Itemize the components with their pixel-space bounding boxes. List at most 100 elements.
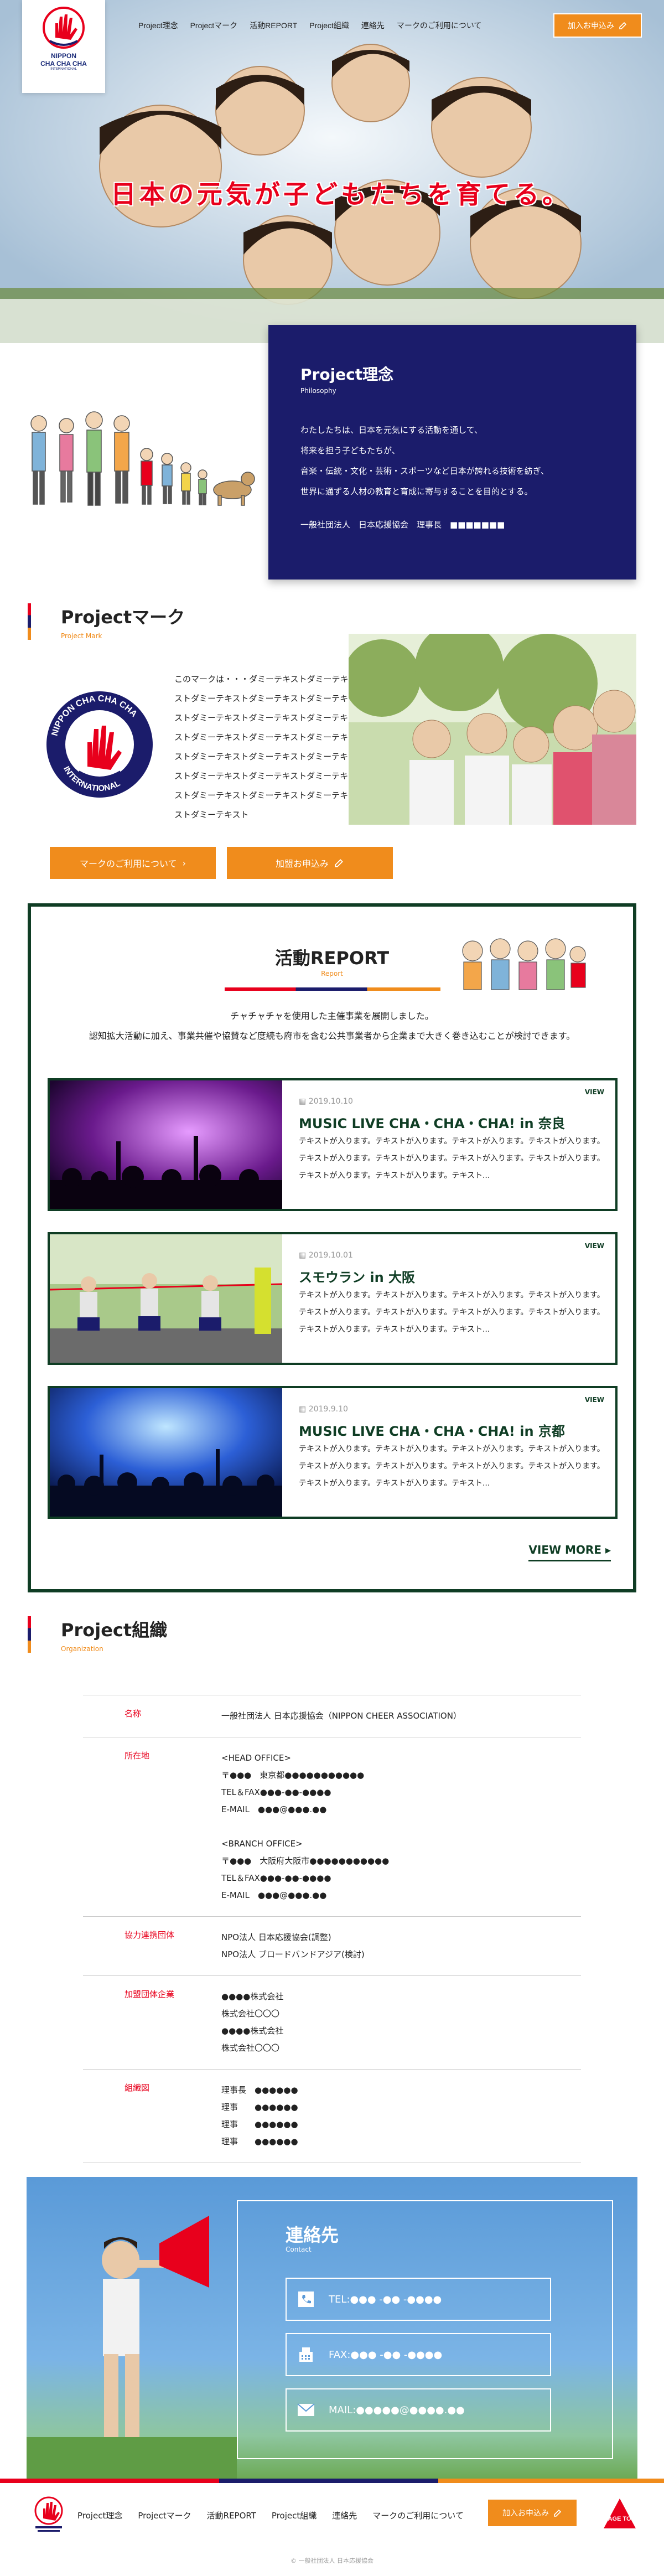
- org-value: NPO法人 日本応援協会(調整) NPO法人 ブロードバンドアジア(検討): [177, 1929, 581, 1963]
- mark-apply-label: 加盟お申込み: [275, 858, 329, 869]
- nav-philosophy[interactable]: Project理念: [138, 20, 178, 31]
- footer-nav-mark-usage[interactable]: マークのご利用について: [372, 2510, 464, 2521]
- footer-nav-philosophy[interactable]: Project理念: [77, 2510, 122, 2521]
- calendar-icon: ▦: [299, 1405, 309, 1414]
- org-value-line: 〒●●● 大阪府大阪市●●●●●●●●●●●: [221, 1856, 390, 1866]
- card-date: ▦ 2019.9.10: [299, 1405, 348, 1414]
- org-row: 組織図 理事長 ●●●●●● 理事 ●●●●●● 理事 ●●●●●● 理事 ●●…: [83, 2069, 581, 2163]
- card-text: テキストが入ります。テキストが入ります。テキストが入ります。テキストが入ります。…: [299, 1445, 605, 1488]
- mark-line: ストダミーテキストダミーテキストダミーテキ: [174, 732, 349, 742]
- card-title: MUSIC LIVE CHA・CHA・CHA! in 京都: [299, 1424, 565, 1439]
- hero-catchphrase: 日本の元気が子どもたちを育てる。: [111, 179, 571, 209]
- contact-subtitle: Contact: [286, 2246, 312, 2253]
- card-text: テキストが入ります。テキストが入ります。テキストが入ります。テキストが入ります。…: [299, 1291, 605, 1334]
- calendar-icon: ▦: [299, 1251, 309, 1260]
- org-label: 組織図: [124, 2083, 150, 2093]
- nav-organization[interactable]: Project組織: [309, 20, 349, 31]
- contact-section: 連絡先 Contact TEL:●●● -●● -●●●● FAX:●●● -●…: [27, 2177, 637, 2481]
- card-view-link[interactable]: VIEW: [585, 1088, 604, 1096]
- nav-contact[interactable]: 連絡先: [361, 20, 385, 31]
- mark-usage-button[interactable]: マークのご利用について ›: [50, 847, 216, 879]
- philosophy-line: わたしたちは、日本を元気にする活動を通して、: [300, 425, 483, 435]
- report-subtitle: Report: [321, 970, 343, 977]
- view-more-link[interactable]: VIEW MORE ▸: [528, 1543, 611, 1561]
- philosophy-title: Project理念: [300, 365, 394, 384]
- org-heading: Project組織 Organization: [28, 1616, 168, 1653]
- philosophy-line: 世界に通ずる人材の教育と育成に寄与することを目的とする。: [300, 487, 533, 496]
- org-value: 理事長 ●●●●●● 理事 ●●●●●● 理事 ●●●●●● 理事 ●●●●●●: [177, 2082, 581, 2150]
- hand-logo-icon: [43, 7, 85, 49]
- report-lead-line: 認知拡大活動に加え、事業共催や協賛など度続も府市を含む公共事業者から企業まで大き…: [89, 1031, 575, 1041]
- org-title: Project組織: [61, 1620, 168, 1641]
- org-row: 名称 一般社団法人 日本応援協会（NIPPON CHEER ASSOCIATIO…: [83, 1695, 581, 1737]
- org-value-line: ●●●●株式会社: [221, 2026, 284, 2036]
- report-lead-line: チャチャチャを使用した主催事業を展開しました。: [230, 1011, 434, 1021]
- mark-description: このマークは・・・ダミーテキストダミーテキ ストダミーテキストダミーテキストダミ…: [174, 670, 445, 825]
- contact-fax-button[interactable]: FAX:●●● -●● -●●●●: [286, 2333, 551, 2376]
- calendar-icon: ▦: [299, 1097, 309, 1106]
- philosophy-panel: Project理念 Philosophy わたしたちは、日本を元気にする活動を通…: [268, 325, 636, 580]
- nav-mark-usage[interactable]: マークのご利用について: [397, 20, 482, 31]
- hero-section: NIPPON CHA CHA CHA INTERNATIONAL Project…: [0, 0, 664, 343]
- contact-mail-button[interactable]: MAIL:●●●●●@●●●●.●●: [286, 2388, 551, 2432]
- contact-fax-label: FAX:●●● -●● -●●●●: [329, 2349, 443, 2361]
- megaphone-girl-photo: [27, 2216, 237, 2481]
- org-value-line: 〒●●● 東京都●●●●●●●●●●●: [221, 1770, 365, 1780]
- mark-line: ストダミーテキスト: [174, 810, 249, 820]
- org-row: 協力連携団体 NPO法人 日本応援協会(調整) NPO法人 ブロードバンドアジア…: [83, 1916, 581, 1975]
- report-lead: チャチャチャを使用した主催事業を展開しました。 認知拡大活動に加え、事業共催や協…: [31, 1006, 633, 1046]
- nav-report[interactable]: 活動REPORT: [250, 20, 297, 31]
- tricolor-divider: [225, 987, 440, 991]
- mail-icon: [287, 2403, 325, 2417]
- footer-nav-report[interactable]: 活動REPORT: [207, 2510, 256, 2521]
- org-value-line: <BRANCH OFFICE>: [221, 1839, 303, 1849]
- header-apply-label: 加入お申込み: [568, 22, 614, 30]
- copyright: © 一般社団法人 日本応援協会: [290, 2557, 374, 2564]
- footer-logo[interactable]: [28, 2493, 70, 2535]
- project-mark-emblem: NIPPON CHA CHA CHA INTERNATIONAL: [46, 691, 153, 798]
- report-card[interactable]: VIEW ▦ 2019.10.01 スモウラン in 大阪 テキストが入ります。…: [48, 1232, 618, 1365]
- org-label: 所在地: [124, 1751, 150, 1761]
- card-view-link[interactable]: VIEW: [585, 1396, 604, 1404]
- report-card[interactable]: VIEW ▦ 2019.10.10 MUSIC LIVE CHA・CHA・CHA…: [48, 1078, 618, 1211]
- org-value-line: TEL＆FAX●●●-●●-●●●●: [221, 1787, 331, 1797]
- mark-usage-label: マークのご利用について: [80, 858, 177, 869]
- mark-line: ストダミーテキストダミーテキストダミーテキ: [174, 790, 349, 800]
- org-row: 加盟団体企業 ●●●●株式会社 株式会社〇〇〇 ●●●●株式会社 株式会社〇〇〇: [83, 1975, 581, 2069]
- logo-subtext: INTERNATIONAL: [50, 68, 77, 71]
- footer-apply-button[interactable]: 加入お申込み: [488, 2500, 577, 2526]
- site-footer: Project理念 Projectマーク 活動REPORT Project組織 …: [0, 2479, 664, 2576]
- card-text: テキストが入ります。テキストが入ります。テキストが入ります。テキストが入ります。…: [299, 1137, 605, 1180]
- card-view-link[interactable]: VIEW: [585, 1242, 604, 1250]
- site-logo[interactable]: NIPPON CHA CHA CHA INTERNATIONAL: [22, 0, 105, 93]
- mark-line: ストダミーテキストダミーテキストダミーテキ: [174, 694, 349, 704]
- philosophy-subtitle: Philosophy: [300, 387, 336, 395]
- org-row: 所在地 <HEAD OFFICE> 〒●●● 東京都●●●●●●●●●●● TE…: [83, 1737, 581, 1916]
- org-value-line: 理事 ●●●●●●: [221, 2102, 298, 2112]
- page-top-label: PAGE TOP: [604, 2516, 635, 2522]
- footer-nav-mark[interactable]: Projectマーク: [138, 2510, 191, 2521]
- fax-icon: [287, 2346, 325, 2363]
- nav-mark[interactable]: Projectマーク: [190, 20, 238, 31]
- edit-icon: [335, 859, 343, 867]
- mark-line: ストダミーテキストダミーテキストダミーテキ: [174, 771, 349, 781]
- org-value-line: 株式会社〇〇〇: [221, 2009, 280, 2019]
- footer-nav-organization[interactable]: Project組織: [272, 2510, 317, 2521]
- org-value-line: NPO法人 ブロードバンドアジア(検討): [221, 1949, 365, 1959]
- report-title: 活動REPORT: [274, 948, 390, 969]
- contact-tel-button[interactable]: TEL:●●● -●● -●●●●: [286, 2278, 551, 2321]
- footer-nav: Project理念 Projectマーク 活動REPORT Project組織 …: [77, 2510, 464, 2521]
- org-value-line: TEL＆FAX●●●-●●-●●●●: [221, 1873, 331, 1883]
- footer-nav-contact[interactable]: 連絡先: [332, 2510, 357, 2521]
- header-apply-button[interactable]: 加入お申込み: [553, 13, 642, 38]
- org-value: 一般社団法人 日本応援協会（NIPPON CHEER ASSOCIATION）: [177, 1708, 581, 1725]
- mark-apply-button[interactable]: 加盟お申込み: [227, 847, 393, 879]
- mark-line: ストダミーテキストダミーテキストダミーテキ: [174, 713, 349, 723]
- card-date-text: 2019.10.01: [308, 1251, 353, 1260]
- page-top-button[interactable]: PAGE TOP: [600, 2495, 639, 2534]
- main-nav: Project理念 Projectマーク 活動REPORT Project組織 …: [138, 20, 481, 31]
- report-card[interactable]: VIEW ▦ 2019.9.10 MUSIC LIVE CHA・CHA・CHA!…: [48, 1386, 618, 1519]
- org-value-line: ●●●●株式会社: [221, 1992, 284, 2001]
- chevron-right-icon: ›: [182, 857, 186, 868]
- mark-line: ストダミーテキストダミーテキストダミーテキ: [174, 752, 349, 762]
